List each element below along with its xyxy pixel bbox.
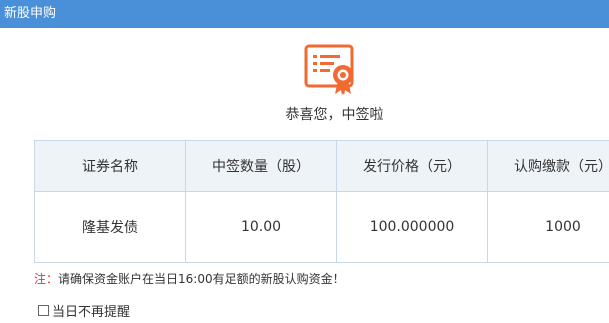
funds-notice: 注：请确保资金账户在当日16:00有足额的新股认购资金！ <box>34 270 345 287</box>
table-row: 隆基发债 10.00 100.000000 1000 <box>34 191 609 263</box>
success-message: 恭喜您，中签啦 <box>285 107 384 123</box>
window-title: 新股申购 <box>4 6 57 21</box>
window-titlebar: 新股申购 <box>0 0 609 28</box>
do-not-remind-checkbox[interactable] <box>38 305 49 316</box>
cell-security-name: 隆基发债 <box>34 191 186 263</box>
table-header-row: 证券名称 中签数量（股） 发行价格（元） 认购缴款（元） <box>34 140 609 192</box>
column-header-issue-price: 发行价格（元） <box>336 140 488 192</box>
cell-allotted-quantity: 10.00 <box>185 191 337 263</box>
certificate-award-icon <box>304 44 364 96</box>
column-header-allotted-quantity: 中签数量（股） <box>185 140 337 192</box>
cell-issue-price: 100.000000 <box>336 191 488 263</box>
do-not-remind-label: 当日不再提醒 <box>52 305 131 320</box>
cell-payment-amount: 1000 <box>487 191 609 263</box>
do-not-remind-today-option[interactable]: 当日不再提醒 <box>38 301 130 320</box>
notice-text: 请确保资金账户在当日16:00有足额的新股认购资金！ <box>58 272 345 286</box>
allotment-table: 证券名称 中签数量（股） 发行价格（元） 认购缴款（元） 隆基发债 10.00 … <box>34 140 609 263</box>
column-header-payment-amount: 认购缴款（元） <box>487 140 609 192</box>
column-header-security-name: 证券名称 <box>34 140 186 192</box>
notice-prefix: 注： <box>34 272 59 286</box>
